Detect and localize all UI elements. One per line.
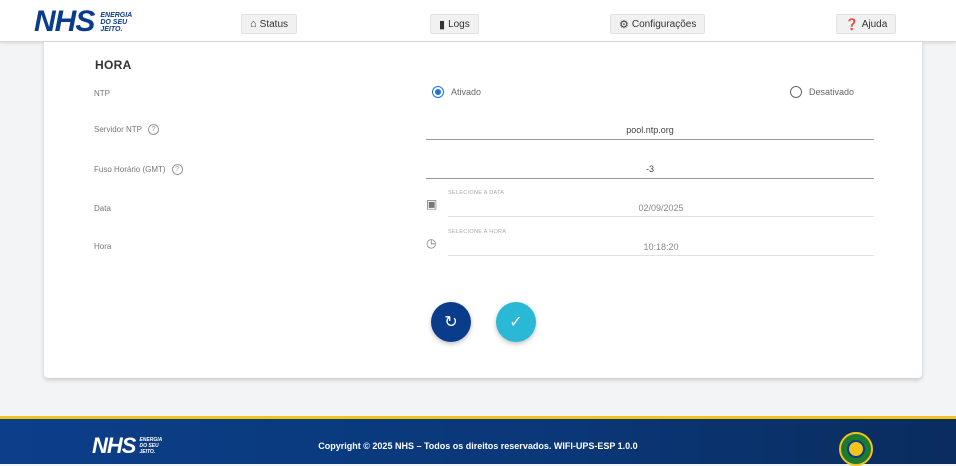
time-picker-label: SELECIONE A HORA (448, 229, 507, 235)
nav-status-button[interactable]: ⌂ Status (241, 14, 298, 34)
date-value[interactable]: 02/09/2025 (448, 203, 874, 217)
date-picker[interactable]: ▣ SELECIONE A DATA 02/09/2025 (426, 188, 874, 218)
file-icon: ▮ (439, 18, 446, 31)
home-icon: ⌂ (250, 18, 257, 30)
time-label: Hora (94, 242, 112, 251)
nhs-logo[interactable]: NHS ENERGIA DO SEU JEITO. (34, 5, 133, 38)
clock-icon: ◷ (426, 236, 437, 250)
date-picker-label: SELECIONE A DATA (448, 190, 505, 196)
apply-button[interactable]: ✓ (496, 302, 536, 342)
footer: NHS ENERGIA DO SEU JEITO. Copyright © 20… (0, 416, 956, 466)
radio-unchecked-icon (790, 86, 802, 98)
ntp-server-label: Servidor NTP ? (94, 124, 160, 135)
ntp-label: NTP (94, 89, 110, 98)
help-icon[interactable]: ? (148, 124, 160, 135)
radio-checked-icon (432, 86, 444, 98)
logo-wordmark: NHS (34, 5, 95, 38)
time-picker[interactable]: ◷ SELECIONE A HORA 10:18:20 (426, 227, 874, 257)
help-icon[interactable]: ? (171, 164, 183, 175)
nav-ajuda-button[interactable]: ❓ Ajuda (836, 14, 897, 34)
top-navbar: NHS ENERGIA DO SEU JEITO. ⌂ Status ▮ Log… (0, 0, 956, 42)
certification-seal-icon (839, 432, 873, 466)
time-settings-card: HORA NTP Ativado Desativado Servidor NTP… (44, 42, 922, 378)
ntp-server-input[interactable]: pool.ntp.org (426, 120, 874, 140)
timezone-label: Fuso Horário (GMT) ? (94, 164, 183, 175)
reset-button[interactable]: ↻ (431, 302, 471, 342)
ntp-enabled-radio[interactable]: Ativado (432, 86, 481, 98)
copyright-text: Copyright © 2025 NHS – Todos os direitos… (318, 441, 638, 451)
calendar-icon: ▣ (426, 197, 438, 211)
nav-logs-button[interactable]: ▮ Logs (430, 14, 479, 34)
check-icon: ✓ (509, 314, 523, 331)
logo-tagline: ENERGIA DO SEU JEITO. (100, 11, 133, 33)
gears-icon: ⚙ (619, 18, 629, 31)
date-label: Data (94, 204, 111, 213)
refresh-icon: ↻ (444, 314, 458, 331)
nav-configuracoes-button[interactable]: ⚙ Configurações (610, 14, 706, 34)
section-title: HORA (95, 58, 132, 72)
time-value[interactable]: 10:18:20 (448, 242, 874, 256)
timezone-input[interactable]: -3 (426, 159, 874, 179)
ntp-disabled-radio[interactable]: Desativado (790, 86, 854, 98)
question-circle-icon: ❓ (845, 18, 859, 31)
